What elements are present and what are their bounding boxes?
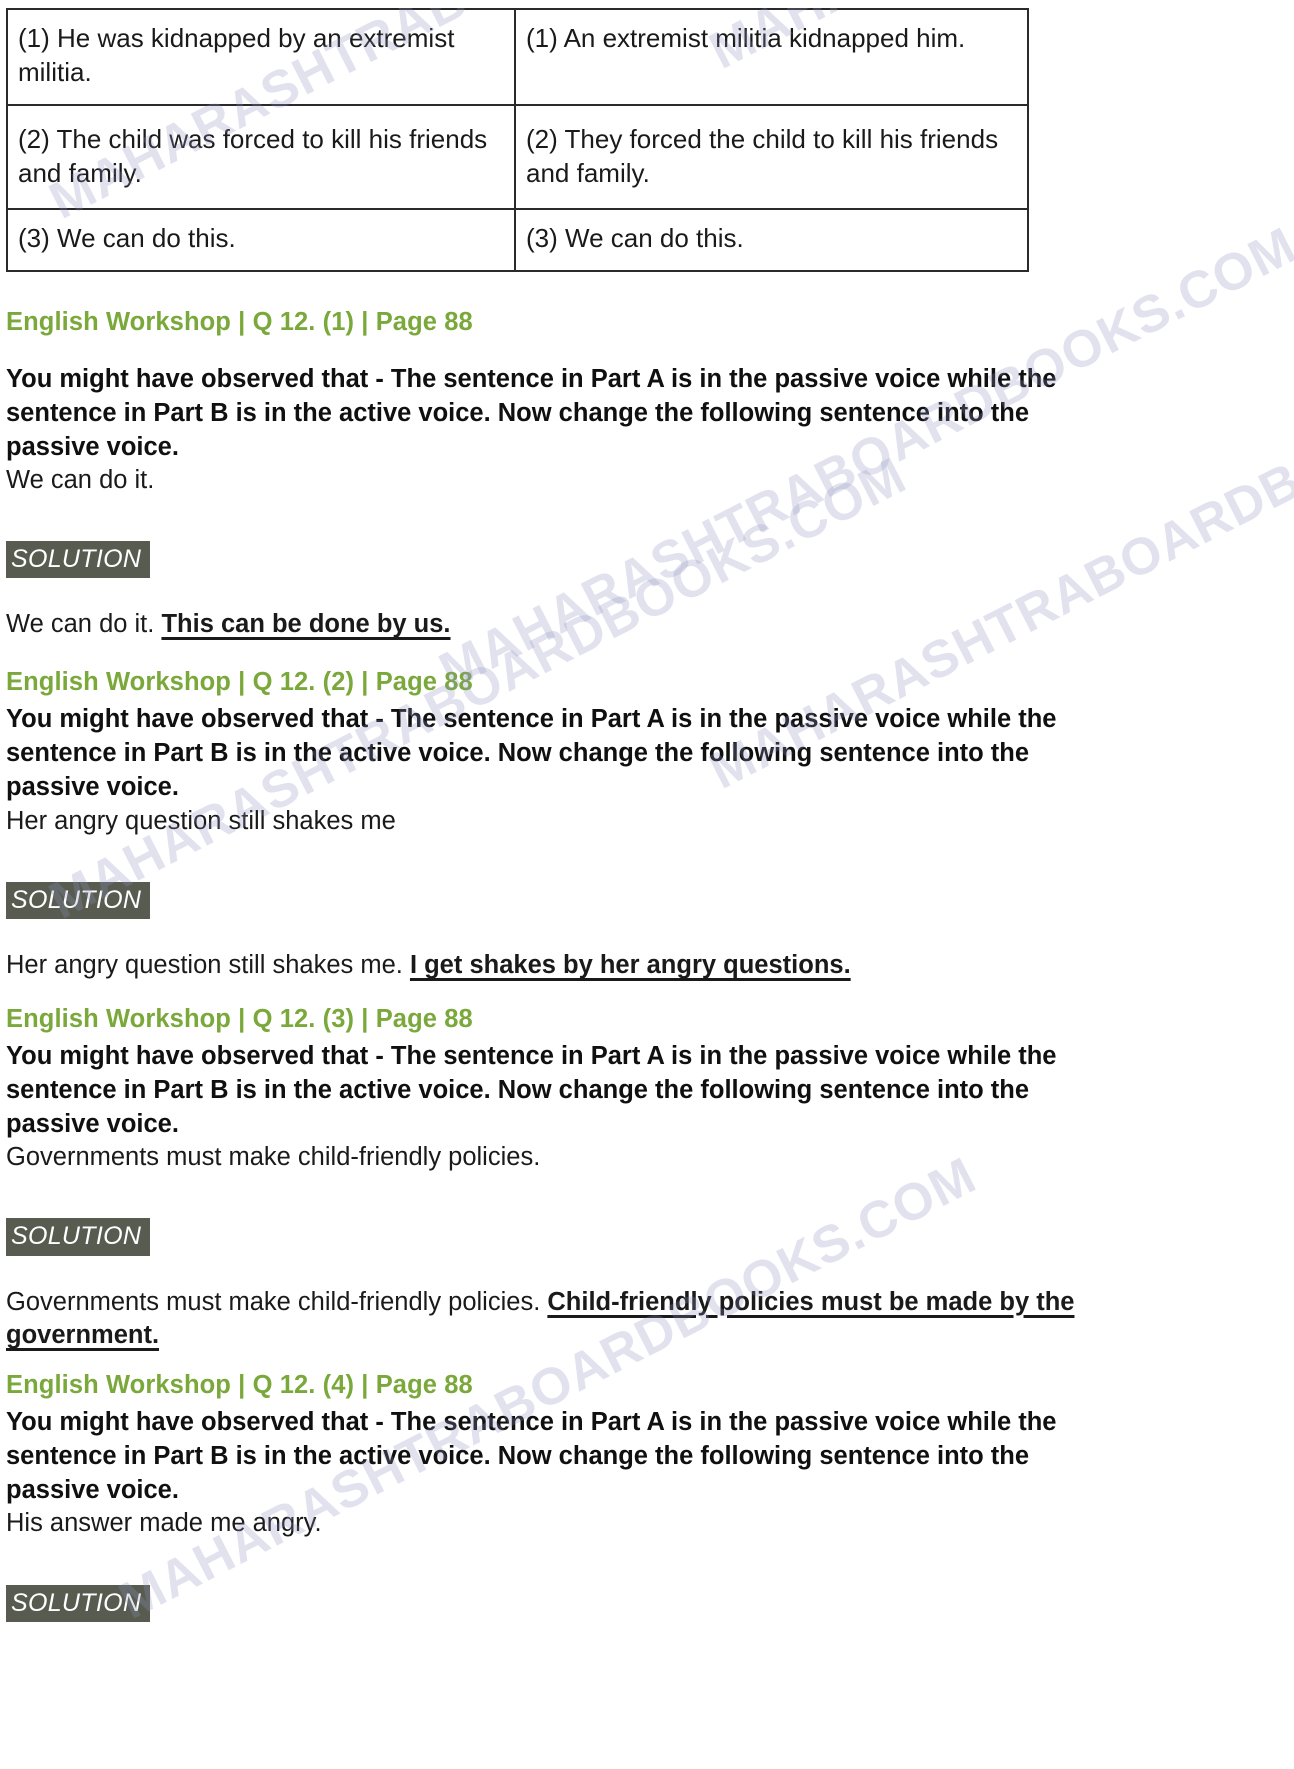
table-cell-part-a: (1) He was kidnapped by an extremist mil… [6, 8, 516, 106]
qa-answer: Governments must make child-friendly pol… [6, 1286, 1166, 1353]
qa-prompt: You might have observed that - The sente… [6, 1041, 1057, 1139]
qa-heading: English Workshop | Q 12. (4) | Page 88 [6, 1370, 473, 1399]
solution-badge: SOLUTION [6, 541, 151, 579]
qa-answer-filled: This can be done by us. [161, 610, 451, 639]
qa-answer: Her angry question still shakes me. I ge… [6, 949, 1166, 983]
qa-sentence: Her angry question still shakes me [6, 806, 396, 835]
qa-block-3: English Workshop | Q 12. (3) | Page 88 Y… [0, 1005, 1294, 1353]
page-content: (1) He was kidnapped by an extremist mil… [0, 8, 1294, 1622]
qa-heading: English Workshop | Q 12. (3) | Page 88 [6, 1004, 473, 1033]
qa-answer-given: We can do it. [6, 610, 162, 639]
table-row: (2) The child was forced to kill his fri… [6, 103, 1029, 211]
qa-sentence: Governments must make child-friendly pol… [6, 1143, 541, 1172]
table-cell-part-b: (1) An extremist militia kidnapped him. [514, 8, 1029, 106]
qa-block-2: English Workshop | Q 12. (2) | Page 88 Y… [0, 668, 1294, 983]
table-cell-part-b: (3) We can do this. [514, 208, 1029, 272]
qa-block-4: English Workshop | Q 12. (4) | Page 88 Y… [0, 1371, 1294, 1622]
sentence-comparison-table: (1) He was kidnapped by an extremist mil… [6, 8, 1029, 272]
qa-heading: English Workshop | Q 12. (2) | Page 88 [6, 668, 473, 697]
table-cell-part-b: (2) They forced the child to kill his fr… [514, 103, 1029, 211]
qa-answer-filled: I get shakes by her angry questions. [409, 951, 851, 980]
table-cell-part-a: (3) We can do this. [6, 208, 516, 272]
qa-prompt: You might have observed that - The sente… [6, 1407, 1057, 1505]
qa-prompt: You might have observed that - The sente… [6, 705, 1057, 802]
qa-sentence: His answer made me angry. [6, 1509, 322, 1538]
solution-badge: SOLUTION [6, 881, 151, 920]
table-row: (3) We can do this. (3) We can do this. [6, 208, 1029, 272]
qa-answer-given: Her angry question still shakes me. [6, 951, 410, 980]
qa-answer-given: Governments must make child-friendly pol… [6, 1287, 548, 1316]
qa-block-1: English Workshop | Q 12. (1) | Page 88 Y… [0, 308, 1294, 643]
qa-answer: We can do it. This can be done by us. [6, 608, 1166, 642]
table-row: (1) He was kidnapped by an extremist mil… [6, 8, 1029, 106]
qa-prompt: You might have observed that - The sente… [6, 364, 1057, 461]
solution-badge: SOLUTION [6, 1218, 151, 1256]
qa-heading: English Workshop | Q 12. (1) | Page 88 [6, 307, 473, 336]
qa-sentence: We can do it. [6, 466, 155, 495]
table-cell-part-a: (2) The child was forced to kill his fri… [6, 103, 516, 211]
solution-badge: SOLUTION [6, 1584, 151, 1622]
